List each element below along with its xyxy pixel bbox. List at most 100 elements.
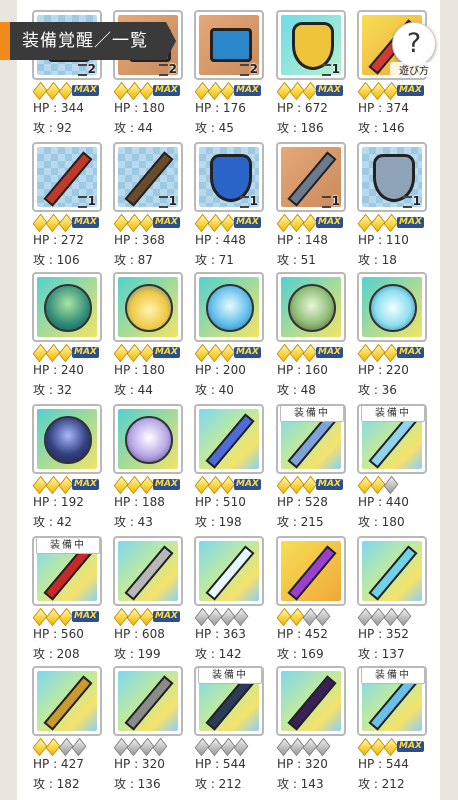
equipment-card[interactable]: MAX HP : 240 攻 : 32 bbox=[32, 272, 114, 400]
equipment-tile[interactable]: 1 bbox=[357, 142, 427, 212]
stack-count-value: 1 bbox=[168, 194, 177, 208]
equipment-tile[interactable] bbox=[113, 666, 183, 736]
awakening-stars: MAX bbox=[32, 343, 114, 363]
equipment-card[interactable]: 1 MAX HP : 272 攻 : 106 bbox=[32, 142, 114, 270]
gray-diamond-icon bbox=[315, 607, 331, 627]
equipment-card[interactable]: MAX HP : 160 攻 : 48 bbox=[276, 272, 358, 400]
attack-stat: 攻 : 18 bbox=[358, 253, 397, 267]
equipment-card[interactable]: 1 MAX HP : 672 攻 : 186 bbox=[276, 10, 358, 138]
hp-stat: HP : 363 bbox=[195, 627, 246, 641]
max-badge: MAX bbox=[397, 217, 424, 228]
attack-stat: 攻 : 212 bbox=[358, 777, 405, 791]
equipment-card[interactable]: HP : 352 攻 : 137 bbox=[357, 536, 439, 664]
awakening-stars: MAX bbox=[113, 343, 195, 363]
equipment-tile[interactable]: 1 bbox=[32, 142, 102, 212]
hp-stat: HP : 344 bbox=[33, 101, 84, 115]
help-button[interactable]: ? 遊び方 bbox=[390, 22, 438, 78]
gray-diamond-icon bbox=[383, 475, 399, 495]
equipped-badge: 装備中 bbox=[361, 406, 425, 422]
hp-stat: HP : 374 bbox=[358, 101, 409, 115]
stack-count-value: 1 bbox=[331, 62, 340, 76]
equipment-tile[interactable]: 1 bbox=[194, 142, 264, 212]
equipment-card[interactable]: 1 MAX HP : 368 攻 : 87 bbox=[113, 142, 195, 270]
equipment-card[interactable]: MAX HP : 192 攻 : 42 bbox=[32, 404, 114, 532]
equipment-card[interactable]: 装備中 HP : 544 攻 : 212 bbox=[194, 666, 276, 794]
equipment-tile[interactable]: 装備中 bbox=[276, 404, 346, 474]
attack-stat: 攻 : 44 bbox=[114, 383, 153, 397]
equipment-tile[interactable] bbox=[357, 272, 427, 342]
max-badge: MAX bbox=[153, 217, 180, 228]
equipment-card[interactable]: 2 MAX HP : 176 攻 : 45 bbox=[194, 10, 276, 138]
equipment-card[interactable]: MAX HP : 180 攻 : 44 bbox=[113, 272, 195, 400]
equipment-card[interactable]: HP : 363 攻 : 142 bbox=[194, 536, 276, 664]
equipment-tile[interactable]: 1 bbox=[276, 10, 346, 80]
orb-gold-icon bbox=[125, 284, 173, 332]
equipment-card[interactable]: 1 MAX HP : 110 攻 : 18 bbox=[357, 142, 439, 270]
equipment-card[interactable]: 装備中 MAX HP : 560 攻 : 208 bbox=[32, 536, 114, 664]
stack-icon bbox=[158, 195, 168, 208]
equipment-card[interactable]: MAX HP : 188 攻 : 43 bbox=[113, 404, 195, 532]
equipment-card[interactable]: MAX HP : 220 攻 : 36 bbox=[357, 272, 439, 400]
equipment-card[interactable]: MAX HP : 200 攻 : 40 bbox=[194, 272, 276, 400]
equipment-tile[interactable] bbox=[357, 536, 427, 606]
max-badge: MAX bbox=[316, 347, 343, 358]
equipment-card[interactable]: HP : 452 攻 : 169 bbox=[276, 536, 358, 664]
equipment-tile[interactable] bbox=[194, 404, 264, 474]
equipment-tile[interactable]: 装備中 bbox=[357, 404, 427, 474]
equipment-tile[interactable] bbox=[194, 536, 264, 606]
awakening-stars bbox=[357, 607, 439, 627]
orb-ice-icon bbox=[369, 284, 417, 332]
max-badge: MAX bbox=[72, 217, 99, 228]
attack-stat: 攻 : 42 bbox=[33, 515, 72, 529]
equipment-tile[interactable] bbox=[113, 404, 183, 474]
stack-icon bbox=[239, 195, 249, 208]
equipment-tile[interactable] bbox=[32, 272, 102, 342]
equipment-tile[interactable]: 1 bbox=[113, 142, 183, 212]
hp-stat: HP : 440 bbox=[358, 495, 409, 509]
equipment-tile[interactable] bbox=[32, 404, 102, 474]
equipment-tile[interactable] bbox=[194, 272, 264, 342]
equipment-card[interactable]: HP : 320 攻 : 136 bbox=[113, 666, 195, 794]
equipment-card[interactable]: MAX HP : 608 攻 : 199 bbox=[113, 536, 195, 664]
equipment-tile[interactable] bbox=[113, 536, 183, 606]
stack-count-value: 2 bbox=[87, 62, 96, 76]
awakening-stars: MAX bbox=[32, 475, 114, 495]
equipment-card[interactable]: 装備中 MAX HP : 528 攻 : 215 bbox=[276, 404, 358, 532]
awakening-stars bbox=[194, 607, 276, 627]
awakening-stars bbox=[276, 737, 358, 757]
equipment-tile[interactable] bbox=[276, 666, 346, 736]
awakening-stars: MAX bbox=[276, 213, 358, 233]
hp-stat: HP : 320 bbox=[114, 757, 165, 771]
equipment-tile[interactable]: 1 bbox=[276, 142, 346, 212]
equipment-card[interactable]: HP : 427 攻 : 182 bbox=[32, 666, 114, 794]
max-badge: MAX bbox=[397, 347, 424, 358]
orb-sky-icon bbox=[206, 284, 254, 332]
equipment-tile[interactable]: 装備中 bbox=[357, 666, 427, 736]
equipment-tile[interactable]: 2 bbox=[194, 10, 264, 80]
equipment-tile[interactable]: 装備中 bbox=[194, 666, 264, 736]
hp-stat: HP : 200 bbox=[195, 363, 246, 377]
stack-count-value: 1 bbox=[87, 194, 96, 208]
equipment-card[interactable]: MAX HP : 510 攻 : 198 bbox=[194, 404, 276, 532]
screen-header: 装備覚醒／一覧 bbox=[0, 22, 186, 60]
equipment-tile[interactable] bbox=[276, 536, 346, 606]
awakening-stars: MAX bbox=[113, 81, 195, 101]
equipment-card[interactable]: 装備中 MAX HP : 544 攻 : 212 bbox=[357, 666, 439, 794]
stack-count: 2 bbox=[77, 62, 96, 76]
hp-stat: HP : 448 bbox=[195, 233, 246, 247]
equipment-card[interactable]: 1 MAX HP : 448 攻 : 71 bbox=[194, 142, 276, 270]
equipment-card[interactable]: HP : 320 攻 : 143 bbox=[276, 666, 358, 794]
equipment-card[interactable]: 装備中 HP : 440 攻 : 180 bbox=[357, 404, 439, 532]
awakening-stars: MAX bbox=[276, 475, 358, 495]
awakening-stars bbox=[194, 737, 276, 757]
attack-stat: 攻 : 43 bbox=[114, 515, 153, 529]
equipment-tile[interactable]: 装備中 bbox=[32, 536, 102, 606]
equipment-card[interactable]: 1 MAX HP : 148 攻 : 51 bbox=[276, 142, 358, 270]
equipment-tile[interactable] bbox=[276, 272, 346, 342]
equipment-tile[interactable] bbox=[113, 272, 183, 342]
attack-stat: 攻 : 208 bbox=[33, 647, 80, 661]
attack-stat: 攻 : 198 bbox=[195, 515, 242, 529]
stack-count: 1 bbox=[321, 62, 340, 76]
hp-stat: HP : 148 bbox=[277, 233, 328, 247]
equipment-tile[interactable] bbox=[32, 666, 102, 736]
